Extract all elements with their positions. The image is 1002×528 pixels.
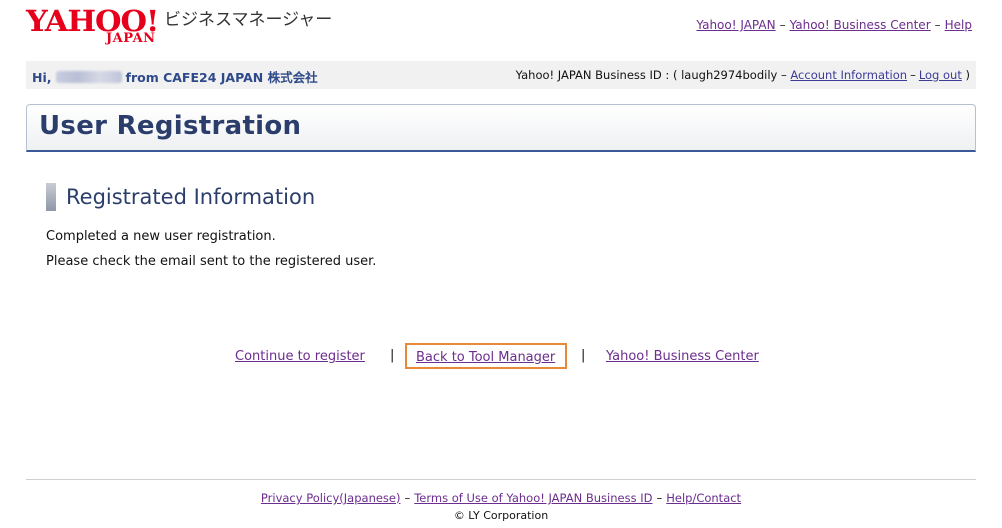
link-help[interactable]: Help <box>945 18 972 32</box>
privacy-policy-link[interactable]: Privacy Policy(Japanese) <box>261 491 401 505</box>
user-info-bar: Hi, from CAFE24 JAPAN 株式会社 Yahoo! JAPAN B… <box>26 61 976 89</box>
redacted-user-name <box>55 71 122 83</box>
greeting-text: Hi, <box>32 70 52 85</box>
separator: – <box>779 18 786 32</box>
separator: – <box>910 68 916 82</box>
link-yahoo-business-center[interactable]: Yahoo! Business Center <box>790 18 931 32</box>
back-to-tool-manager-highlight[interactable]: Back to Tool Manager <box>405 343 567 369</box>
logo-japan: JAPAN <box>106 31 156 46</box>
business-id-info: Yahoo! JAPAN Business ID : ( laugh2974bo… <box>516 68 970 82</box>
section-heading-bar-icon <box>46 183 56 211</box>
user-greeting: Hi, from CAFE24 JAPAN 株式会社 <box>32 67 318 86</box>
company-text: from CAFE24 JAPAN 株式会社 <box>125 70 318 85</box>
yahoo-business-manager-logo[interactable]: YAHOO! JAPAN ビジネスマネージャー <box>26 6 346 46</box>
top-nav-links: Yahoo! JAPAN – Yahoo! Business Center – Help <box>696 18 972 32</box>
page-title: User Registration <box>39 111 302 141</box>
footer-divider <box>26 479 976 480</box>
email-check-message: Please check the email sent to the regis… <box>46 254 377 269</box>
completion-message: Completed a new user registration. <box>46 229 276 244</box>
help-contact-link[interactable]: Help/Contact <box>666 491 741 505</box>
separator: – <box>934 18 941 32</box>
section-title: Registrated Information <box>66 185 316 209</box>
pipe-separator: | <box>390 348 395 363</box>
pipe-separator: | <box>581 348 586 363</box>
terms-of-use-link[interactable]: Terms of Use of Yahoo! JAPAN Business ID <box>414 491 652 505</box>
logout-link[interactable]: Log out <box>919 68 962 82</box>
separator: – <box>656 491 663 505</box>
link-yahoo-japan[interactable]: Yahoo! JAPAN <box>696 18 775 32</box>
back-to-tool-manager-link[interactable]: Back to Tool Manager <box>416 350 555 365</box>
logo-business-manager: ビジネスマネージャー <box>164 10 333 30</box>
close-paren: ) <box>965 68 971 82</box>
account-information-link[interactable]: Account Information <box>790 68 907 82</box>
page-title-bar: User Registration <box>26 104 976 152</box>
business-id-text: Yahoo! JAPAN Business ID : ( laugh2974bo… <box>515 68 787 82</box>
footer-links: Privacy Policy(Japanese) – Terms of Use of… <box>0 491 1002 505</box>
action-links: Continue to register | Back to Tool Mana… <box>0 343 1002 371</box>
continue-to-register-link[interactable]: Continue to register <box>235 349 365 364</box>
copyright: © LY Corporation <box>453 509 549 522</box>
yahoo-business-center-link[interactable]: Yahoo! Business Center <box>606 349 759 364</box>
separator: – <box>404 491 411 505</box>
